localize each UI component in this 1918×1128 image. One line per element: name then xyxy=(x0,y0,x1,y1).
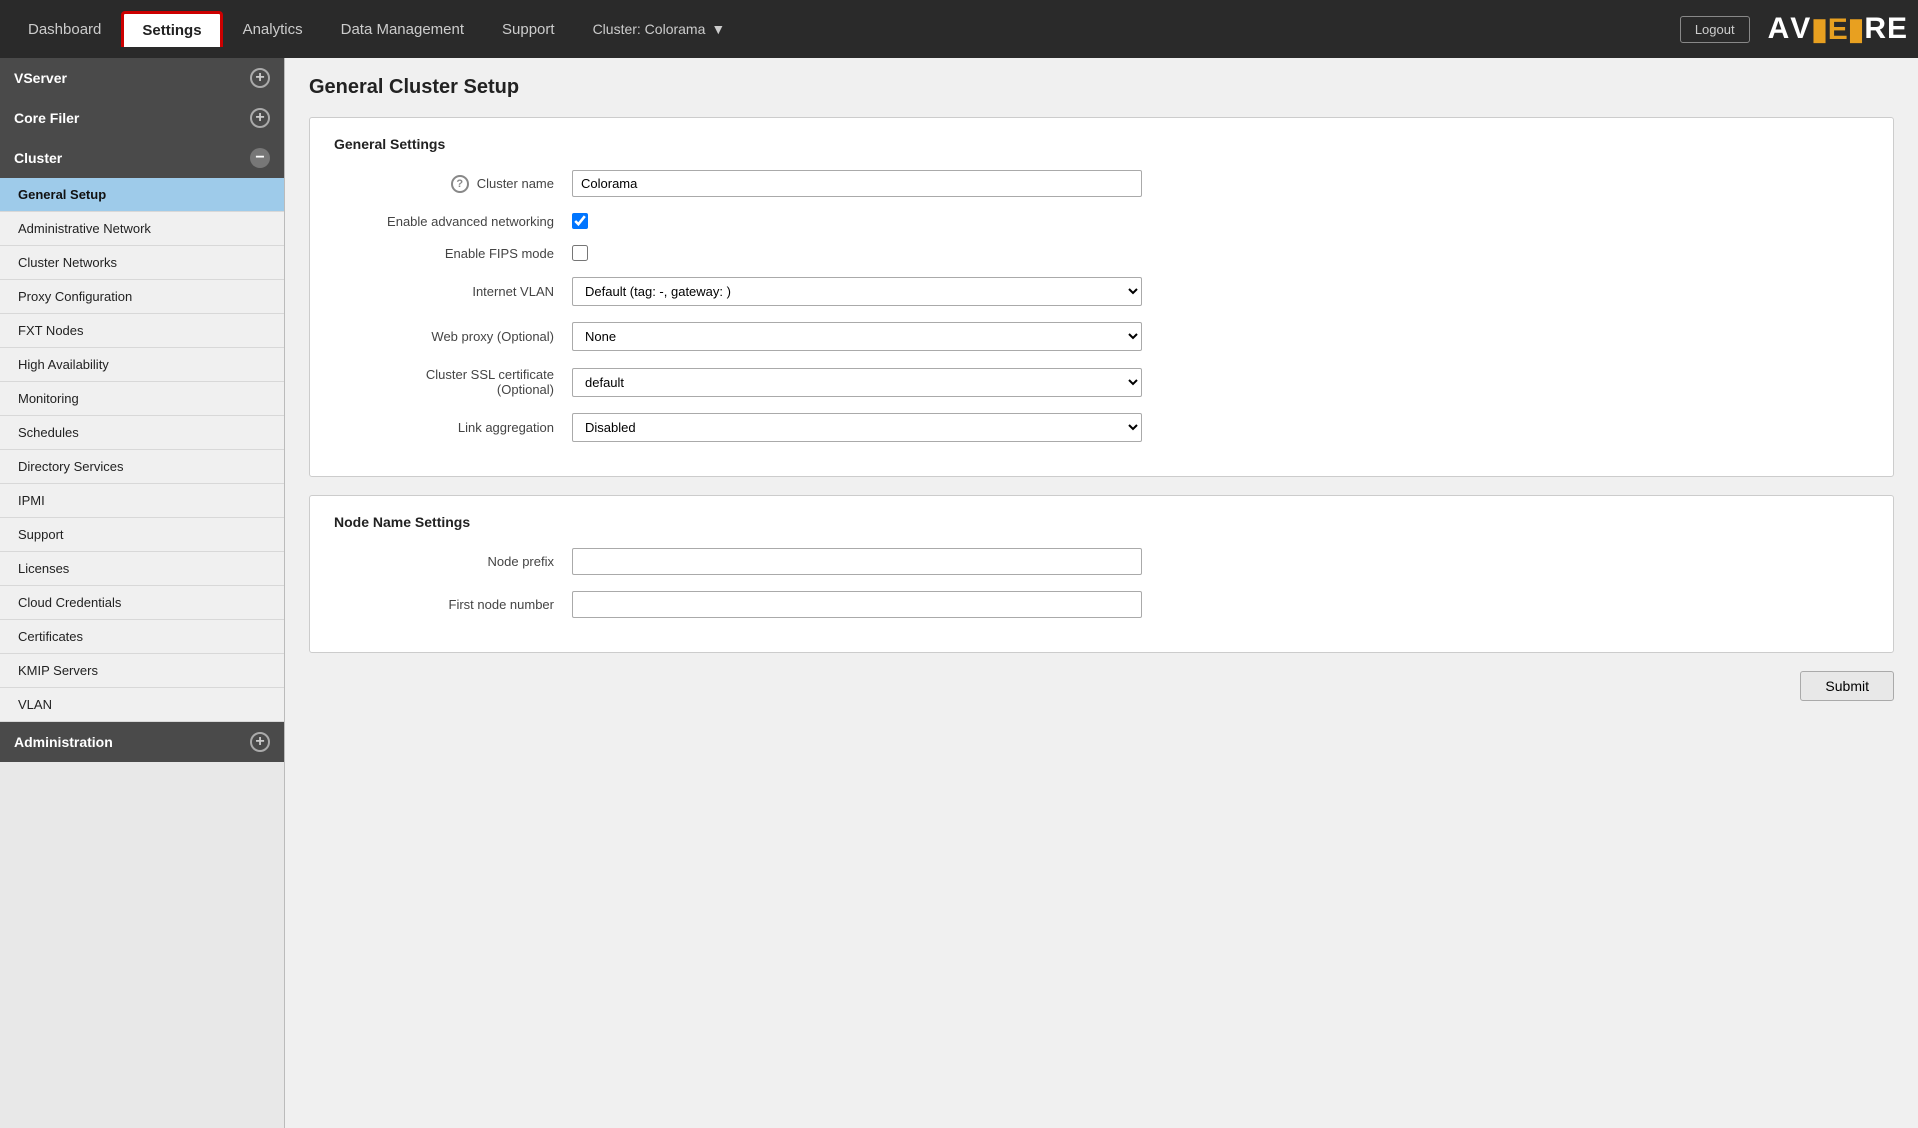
submit-button[interactable]: Submit xyxy=(1800,671,1894,701)
link-aggregation-label: Link aggregation xyxy=(334,420,554,435)
sidebar-item-support[interactable]: Support xyxy=(0,518,284,552)
sidebar-vserver-label: VServer xyxy=(14,70,67,86)
sidebar-item-proxy-configuration[interactable]: Proxy Configuration xyxy=(0,280,284,314)
logout-button[interactable]: Logout xyxy=(1680,16,1750,43)
sidebar-item-licenses[interactable]: Licenses xyxy=(0,552,284,586)
submit-row: Submit xyxy=(309,671,1894,701)
sidebar-item-kmip-servers[interactable]: KMIP Servers xyxy=(0,654,284,688)
sidebar-section-core-filer[interactable]: Core Filer + xyxy=(0,98,284,138)
enable-fips-label: Enable FIPS mode xyxy=(334,246,554,261)
sidebar-item-administrative-network[interactable]: Administrative Network xyxy=(0,212,284,246)
sidebar-item-high-availability[interactable]: High Availability xyxy=(0,348,284,382)
core-filer-plus-icon[interactable]: + xyxy=(250,108,270,128)
enable-advanced-networking-label: Enable advanced networking xyxy=(334,214,554,229)
sidebar-section-vserver[interactable]: VServer + xyxy=(0,58,284,98)
general-settings-title: General Settings xyxy=(334,136,1869,152)
web-proxy-select[interactable]: None xyxy=(572,322,1142,351)
tab-dashboard[interactable]: Dashboard xyxy=(10,13,119,46)
sidebar-section-administration[interactable]: Administration + xyxy=(0,722,284,762)
sidebar: VServer + Core Filer + Cluster − General… xyxy=(0,58,285,1128)
cluster-name-input[interactable] xyxy=(572,170,1142,197)
cluster-dropdown-icon[interactable]: ▼ xyxy=(711,21,725,37)
main-content: General Cluster Setup General Settings ?… xyxy=(285,58,1918,1128)
internet-vlan-select[interactable]: Default (tag: -, gateway: ) xyxy=(572,277,1142,306)
link-aggregation-row: Link aggregation Disabled xyxy=(334,413,1869,442)
sidebar-item-vlan[interactable]: VLAN xyxy=(0,688,284,722)
logo-bar: A V ▮E▮ R E xyxy=(1768,12,1908,47)
first-node-number-label: First node number xyxy=(334,597,554,612)
sidebar-item-general-setup[interactable]: General Setup xyxy=(0,178,284,212)
avere-logo: Logout A V ▮E▮ R E xyxy=(1680,12,1908,47)
cluster-name-label: ? Cluster name xyxy=(334,175,554,193)
nav-tabs: Dashboard Settings Analytics Data Manage… xyxy=(10,11,725,47)
link-aggregation-select[interactable]: Disabled xyxy=(572,413,1142,442)
sidebar-item-certificates[interactable]: Certificates xyxy=(0,620,284,654)
sidebar-item-schedules[interactable]: Schedules xyxy=(0,416,284,450)
sidebar-item-directory-services[interactable]: Directory Services xyxy=(0,450,284,484)
internet-vlan-row: Internet VLAN Default (tag: -, gateway: … xyxy=(334,277,1869,306)
web-proxy-label: Web proxy (Optional) xyxy=(334,329,554,344)
sidebar-item-cloud-credentials[interactable]: Cloud Credentials xyxy=(0,586,284,620)
logo-e2: E xyxy=(1887,12,1908,46)
logo-a: A xyxy=(1768,12,1791,46)
tab-settings[interactable]: Settings xyxy=(121,11,222,47)
cluster-ssl-row: Cluster SSL certificate (Optional) defau… xyxy=(334,367,1869,397)
cluster-minus-icon[interactable]: − xyxy=(250,148,270,168)
enable-advanced-networking-checkbox[interactable] xyxy=(572,213,588,229)
cluster-selector-label: Cluster: Colorama xyxy=(593,21,706,37)
node-prefix-input[interactable] xyxy=(572,548,1142,575)
sidebar-cluster-label: Cluster xyxy=(14,150,62,166)
sidebar-item-fxt-nodes[interactable]: FXT Nodes xyxy=(0,314,284,348)
first-node-number-row: First node number xyxy=(334,591,1869,618)
cluster-ssl-select[interactable]: default xyxy=(572,368,1142,397)
tab-support[interactable]: Support xyxy=(484,13,573,46)
topbar: Dashboard Settings Analytics Data Manage… xyxy=(0,0,1918,58)
node-name-settings-section: Node Name Settings Node prefix First nod… xyxy=(309,495,1894,653)
tab-data-management[interactable]: Data Management xyxy=(323,13,482,46)
sidebar-item-cluster-networks[interactable]: Cluster Networks xyxy=(0,246,284,280)
first-node-number-input[interactable] xyxy=(572,591,1142,618)
logo-r: R xyxy=(1864,12,1887,46)
internet-vlan-label: Internet VLAN xyxy=(334,284,554,299)
node-prefix-row: Node prefix xyxy=(334,548,1869,575)
sidebar-administration-label: Administration xyxy=(14,734,113,750)
sidebar-corefiler-label: Core Filer xyxy=(14,110,79,126)
tab-analytics[interactable]: Analytics xyxy=(225,13,321,46)
node-name-settings-title: Node Name Settings xyxy=(334,514,1869,530)
enable-advanced-networking-row: Enable advanced networking xyxy=(334,213,1869,229)
sidebar-item-monitoring[interactable]: Monitoring xyxy=(0,382,284,416)
general-settings-section: General Settings ? Cluster name Enable a… xyxy=(309,117,1894,477)
cluster-name-row: ? Cluster name xyxy=(334,170,1869,197)
page-title: General Cluster Setup xyxy=(309,76,1894,99)
cluster-selector[interactable]: Cluster: Colorama ▼ xyxy=(593,21,726,37)
web-proxy-row: Web proxy (Optional) None xyxy=(334,322,1869,351)
cluster-name-help-icon[interactable]: ? xyxy=(451,175,469,193)
administration-plus-icon[interactable]: + xyxy=(250,732,270,752)
cluster-ssl-label: Cluster SSL certificate (Optional) xyxy=(334,367,554,397)
sidebar-section-cluster[interactable]: Cluster − xyxy=(0,138,284,178)
node-prefix-label: Node prefix xyxy=(334,554,554,569)
logo-e1: ▮E▮ xyxy=(1811,12,1864,47)
vserver-plus-icon[interactable]: + xyxy=(250,68,270,88)
layout: VServer + Core Filer + Cluster − General… xyxy=(0,58,1918,1128)
enable-fips-checkbox[interactable] xyxy=(572,245,588,261)
logo-v: V xyxy=(1790,12,1811,46)
sidebar-item-ipmi[interactable]: IPMI xyxy=(0,484,284,518)
enable-fips-row: Enable FIPS mode xyxy=(334,245,1869,261)
